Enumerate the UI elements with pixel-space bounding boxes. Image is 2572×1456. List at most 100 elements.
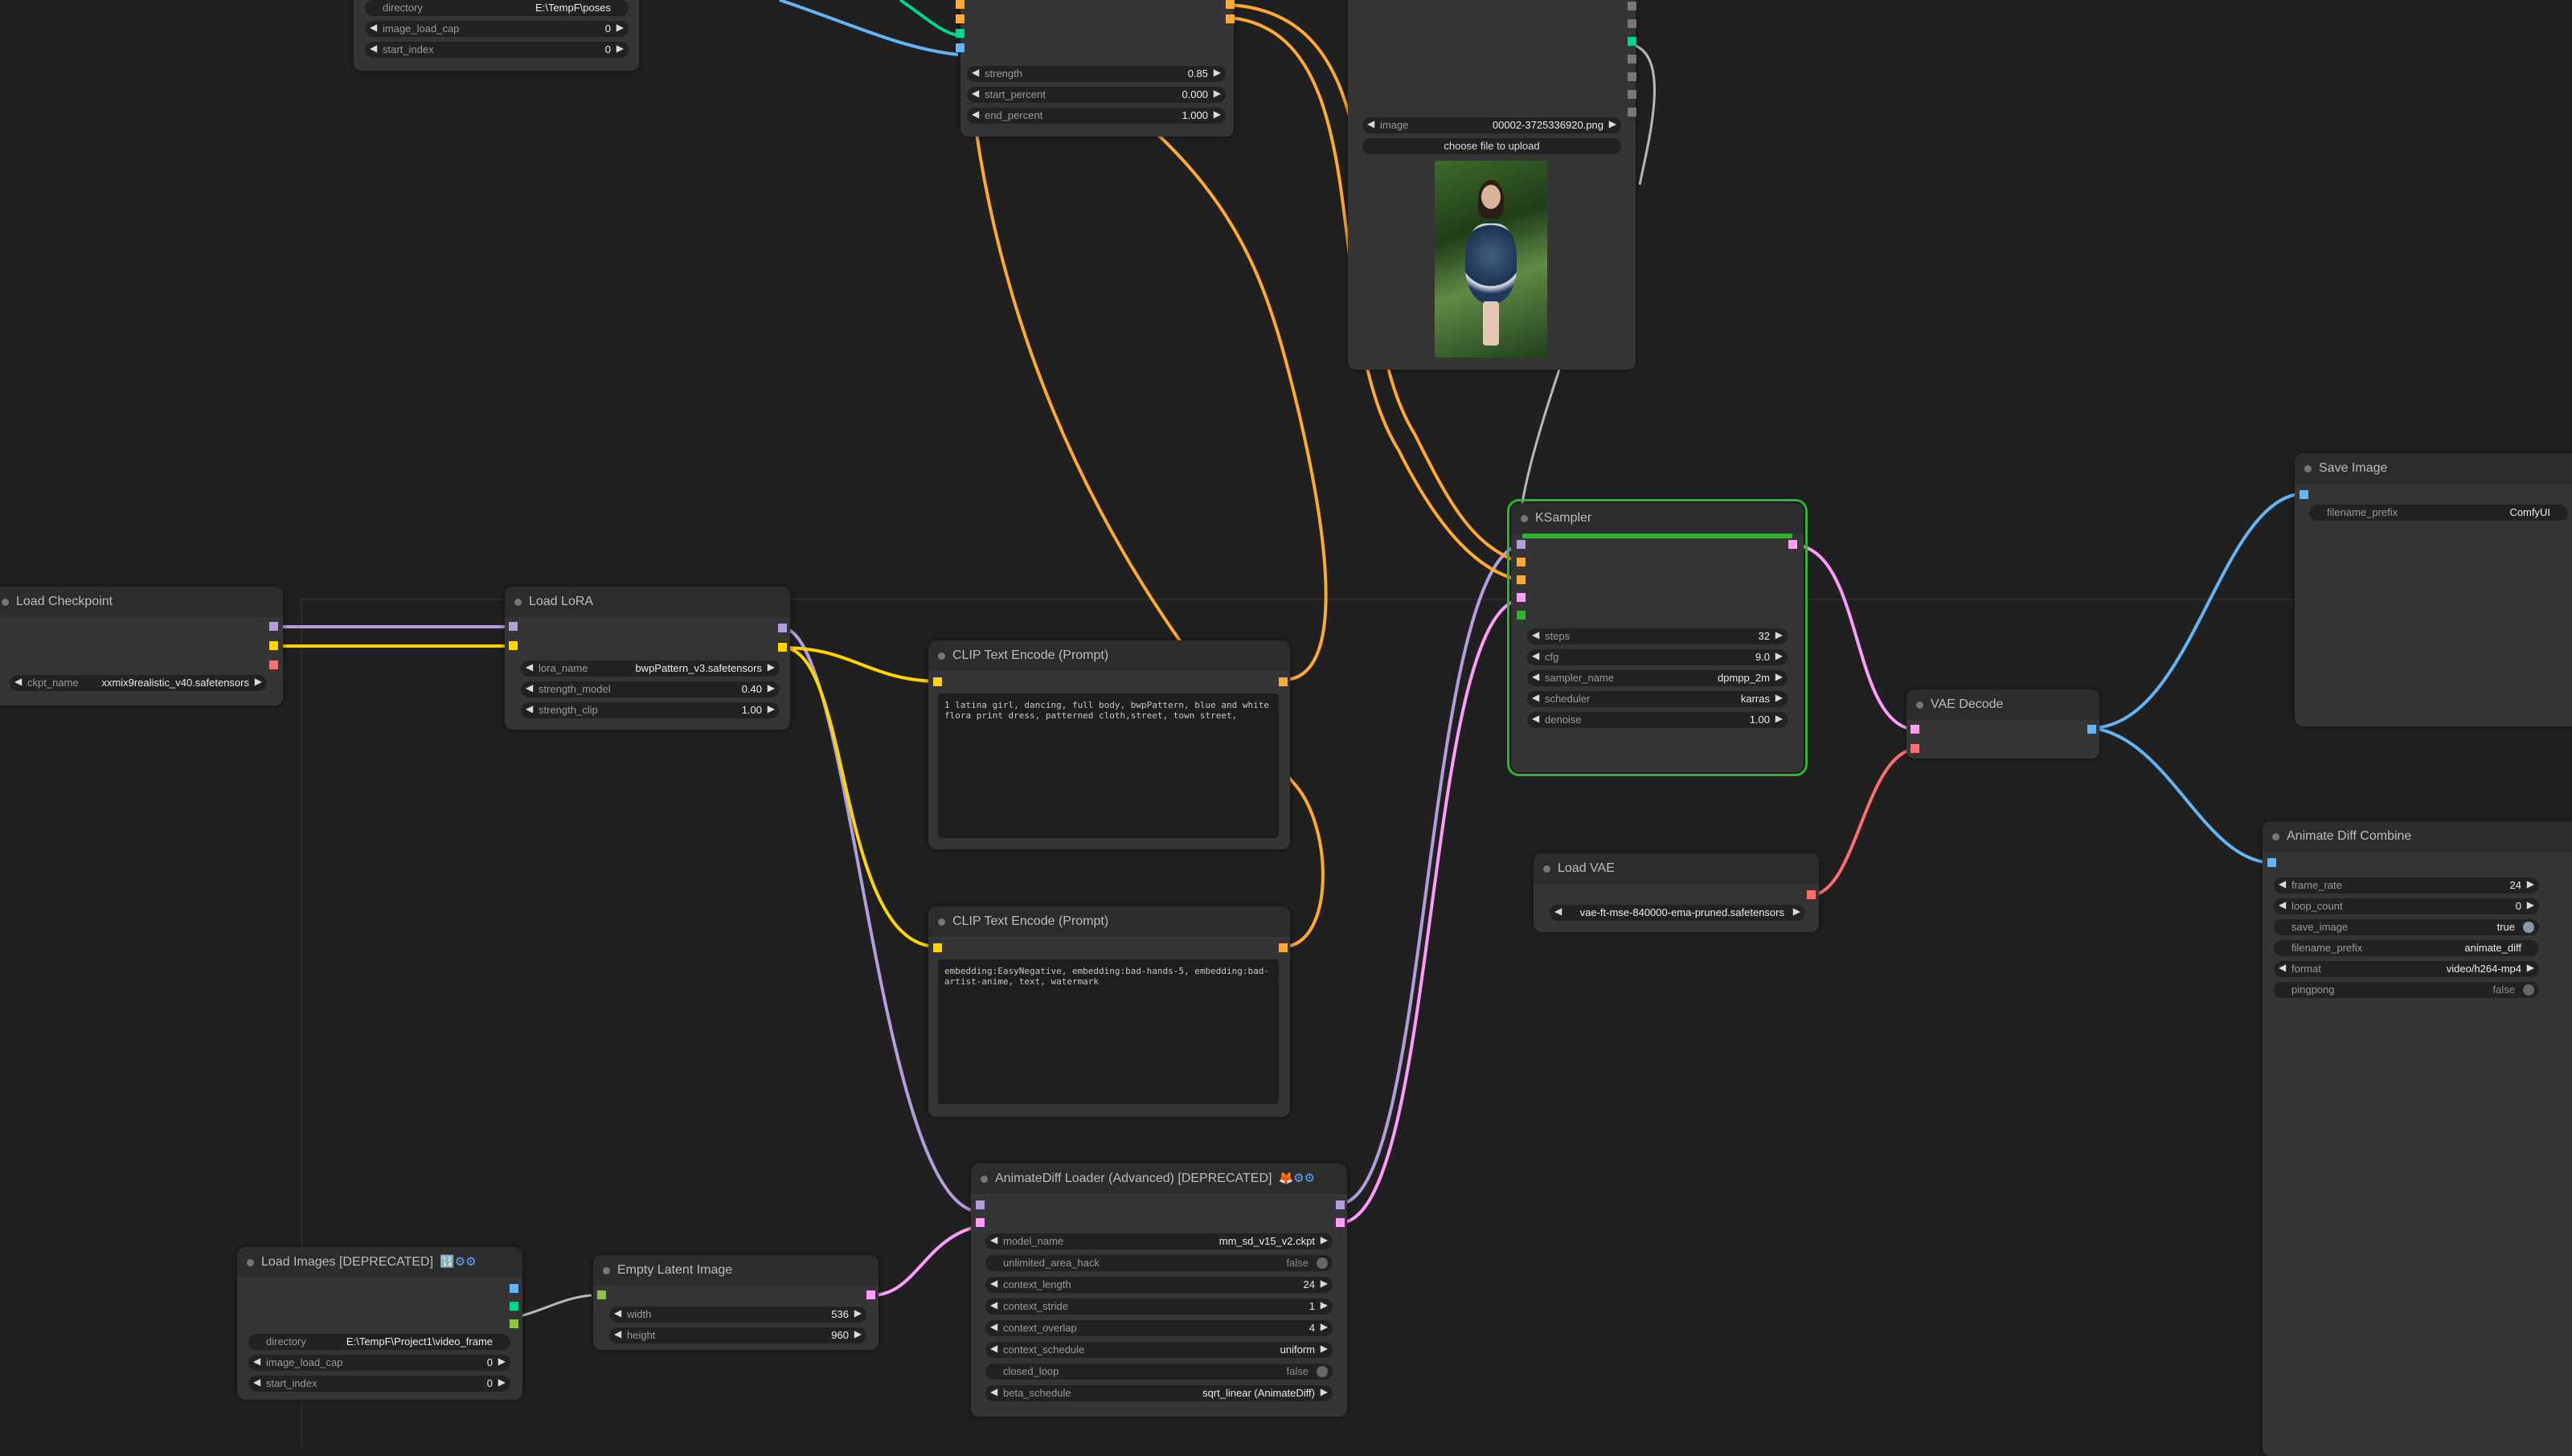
widget-loop-count[interactable]: ◀ loop_count 0 ▶ [2274, 898, 2539, 914]
increment-arrow[interactable]: ▶ [1775, 650, 1783, 661]
decrement-arrow[interactable]: ◀ [1554, 906, 1562, 917]
collapse-dot[interactable] [603, 1267, 610, 1274]
decrement-arrow[interactable]: ◀ [614, 1328, 621, 1339]
widget-start-index[interactable]: ◀ start_index 0 ▶ [365, 42, 629, 58]
decrement-arrow[interactable]: ◀ [526, 682, 533, 693]
decrement-arrow[interactable]: ◀ [526, 661, 533, 673]
input-socket-negative[interactable] [1517, 575, 1526, 584]
node-title[interactable]: Load Images [DEPRECATED] 🔢⚙⚙ [237, 1247, 522, 1278]
node-title[interactable]: Load Checkpoint [0, 587, 283, 617]
node-load-images-bottom[interactable]: Load Images [DEPRECATED] 🔢⚙⚙ directory E:… [237, 1247, 522, 1400]
input-socket-image[interactable] [956, 43, 964, 52]
node-empty-latent-image[interactable]: Empty Latent Image ◀ width 536 ▶ ◀ heigh… [593, 1255, 878, 1350]
output-socket-clip[interactable] [778, 643, 787, 652]
output-socket-image[interactable] [2087, 725, 2096, 734]
increment-arrow[interactable]: ▶ [1775, 629, 1783, 640]
increment-arrow[interactable]: ▶ [854, 1328, 862, 1339]
widget-width[interactable]: ◀ width 536 ▶ [609, 1307, 866, 1323]
decrement-arrow[interactable]: ◀ [526, 703, 533, 714]
toggle-unlimited-area-hack[interactable]: unlimited_area_hack false [985, 1255, 1333, 1271]
decrement-arrow[interactable]: ◀ [1532, 671, 1539, 682]
toggle-knob[interactable] [1317, 1366, 1328, 1377]
node-animatediff-combine[interactable]: Animate Diff Combine ◀ frame_rate 24 ▶ ◀… [2263, 821, 2572, 1456]
input-socket-clip[interactable] [933, 677, 942, 686]
toggle-pingpong[interactable]: pingpong false [2274, 982, 2539, 998]
increment-arrow[interactable]: ▶ [1775, 692, 1783, 703]
output-socket-mask[interactable] [1628, 19, 1636, 28]
output-socket-model[interactable] [778, 624, 787, 632]
input-socket-images[interactable] [2267, 858, 2276, 867]
widget-context-stride[interactable]: ◀ context_stride 1 ▶ [985, 1299, 1333, 1315]
decrement-arrow[interactable]: ◀ [972, 88, 979, 99]
prompt-textarea[interactable]: 1 latina girl, dancing, full body, bwpPa… [938, 693, 1279, 838]
decrement-arrow[interactable]: ◀ [2279, 962, 2286, 973]
decrement-arrow[interactable]: ◀ [990, 1299, 997, 1311]
node-clip-text-encode-positive[interactable]: CLIP Text Encode (Prompt) 1 latina girl,… [928, 640, 1290, 849]
increment-arrow[interactable]: ▶ [1214, 88, 1221, 99]
node-load-checkpoint[interactable]: Load Checkpoint ◀ ckpt_name xxmix9realis… [0, 587, 283, 706]
increment-arrow[interactable]: ▶ [1321, 1299, 1328, 1311]
output-socket-clip[interactable] [269, 641, 278, 650]
node-ksampler[interactable]: KSampler ◀ steps 32 ▶ ◀ cfg 9.0 ▶ ◀ samp… [1507, 499, 1808, 776]
widget-steps[interactable]: ◀ steps 32 ▶ [1527, 628, 1788, 644]
increment-arrow[interactable]: ▶ [768, 682, 775, 693]
widget-strength[interactable]: ◀ strength 0.85 ▶ [967, 66, 1226, 82]
output-socket-latent[interactable] [1788, 540, 1797, 549]
widget-directory[interactable]: directory E:\TempF\Project1\video_frame [248, 1334, 510, 1350]
prompt-textarea[interactable]: embedding:EasyNegative, embedding:bad-ha… [938, 959, 1279, 1104]
node-vae-decode[interactable]: VAE Decode [1906, 689, 2099, 759]
output-socket-model[interactable] [269, 622, 278, 631]
node-title[interactable]: Load VAE [1534, 853, 1819, 884]
node-title[interactable]: Animate Diff Combine [2263, 821, 2572, 852]
node-load-image[interactable]: ◀ image 00002-3725336920.png ▶ choose fi… [1348, 0, 1636, 370]
collapse-dot[interactable] [938, 652, 945, 660]
decrement-arrow[interactable]: ◀ [1532, 713, 1539, 724]
widget-image-load-cap[interactable]: ◀ image_load_cap 0 ▶ [365, 21, 629, 37]
output-socket-positive[interactable] [1226, 0, 1235, 9]
decrement-arrow[interactable]: ◀ [2279, 899, 2286, 910]
decrement-arrow[interactable]: ◀ [2279, 878, 2286, 890]
widget-directory[interactable]: directory E:\TempF\poses [365, 0, 629, 16]
node-title[interactable]: CLIP Text Encode (Prompt) [928, 640, 1290, 671]
output-socket-latent[interactable] [1336, 1218, 1345, 1227]
widget-strength-clip[interactable]: ◀ strength_clip 1.00 ▶ [521, 702, 780, 718]
input-socket-positive[interactable] [1517, 558, 1526, 566]
input-socket-conditioning[interactable] [956, 14, 964, 23]
decrement-arrow[interactable]: ◀ [990, 1234, 997, 1245]
widget-start-percent[interactable]: ◀ start_percent 0.000 ▶ [967, 87, 1226, 103]
node-title[interactable]: Empty Latent Image [593, 1255, 878, 1286]
decrement-arrow[interactable]: ◀ [972, 108, 979, 120]
input-socket[interactable] [597, 1290, 606, 1299]
increment-arrow[interactable]: ▶ [854, 1307, 862, 1319]
increment-arrow[interactable]: ▶ [1775, 713, 1783, 724]
increment-arrow[interactable]: ▶ [1793, 906, 1800, 917]
widget-image-load-cap[interactable]: ◀ image_load_cap 0 ▶ [248, 1355, 510, 1371]
input-socket-clip[interactable] [509, 641, 518, 650]
input-socket-vae[interactable] [1911, 744, 1919, 753]
collapse-dot[interactable] [1916, 701, 1923, 709]
output-socket[interactable] [1628, 90, 1636, 99]
increment-arrow[interactable]: ▶ [1321, 1321, 1328, 1332]
increment-arrow[interactable]: ▶ [1775, 671, 1783, 682]
widget-lora-name[interactable]: ◀ lora_name bwpPattern_v3.safetensors ▶ [521, 661, 780, 677]
decrement-arrow[interactable]: ◀ [253, 1356, 260, 1367]
node-controlnet-apply[interactable]: ◀ strength 0.85 ▶ ◀ start_percent 0.000 … [956, 0, 1235, 137]
input-socket-latent[interactable] [976, 1218, 985, 1227]
widget-start-index[interactable]: ◀ start_index 0 ▶ [248, 1376, 510, 1392]
input-socket-clip[interactable] [933, 943, 942, 952]
widget-frame-rate[interactable]: ◀ frame_rate 24 ▶ [2274, 877, 2539, 894]
increment-arrow[interactable]: ▶ [255, 676, 262, 687]
widget-filename-prefix[interactable]: filename_prefix animate_diff [2274, 940, 2539, 956]
collapse-dot[interactable] [1543, 865, 1550, 873]
node-title[interactable]: Load LoRA [505, 587, 790, 617]
node-clip-text-encode-negative[interactable]: CLIP Text Encode (Prompt) embedding:Easy… [928, 906, 1290, 1117]
decrement-arrow[interactable]: ◀ [1367, 118, 1374, 129]
widget-context-schedule[interactable]: ◀ context_schedule uniform ▶ [985, 1342, 1333, 1358]
increment-arrow[interactable]: ▶ [1214, 67, 1221, 78]
output-socket-negative[interactable] [1226, 14, 1235, 23]
toggle-knob[interactable] [2523, 984, 2534, 996]
widget-context-length[interactable]: ◀ context_length 24 ▶ [985, 1277, 1333, 1293]
output-socket[interactable] [1628, 108, 1636, 117]
node-title[interactable]: VAE Decode [1906, 689, 2099, 720]
collapse-dot[interactable] [981, 1176, 988, 1183]
